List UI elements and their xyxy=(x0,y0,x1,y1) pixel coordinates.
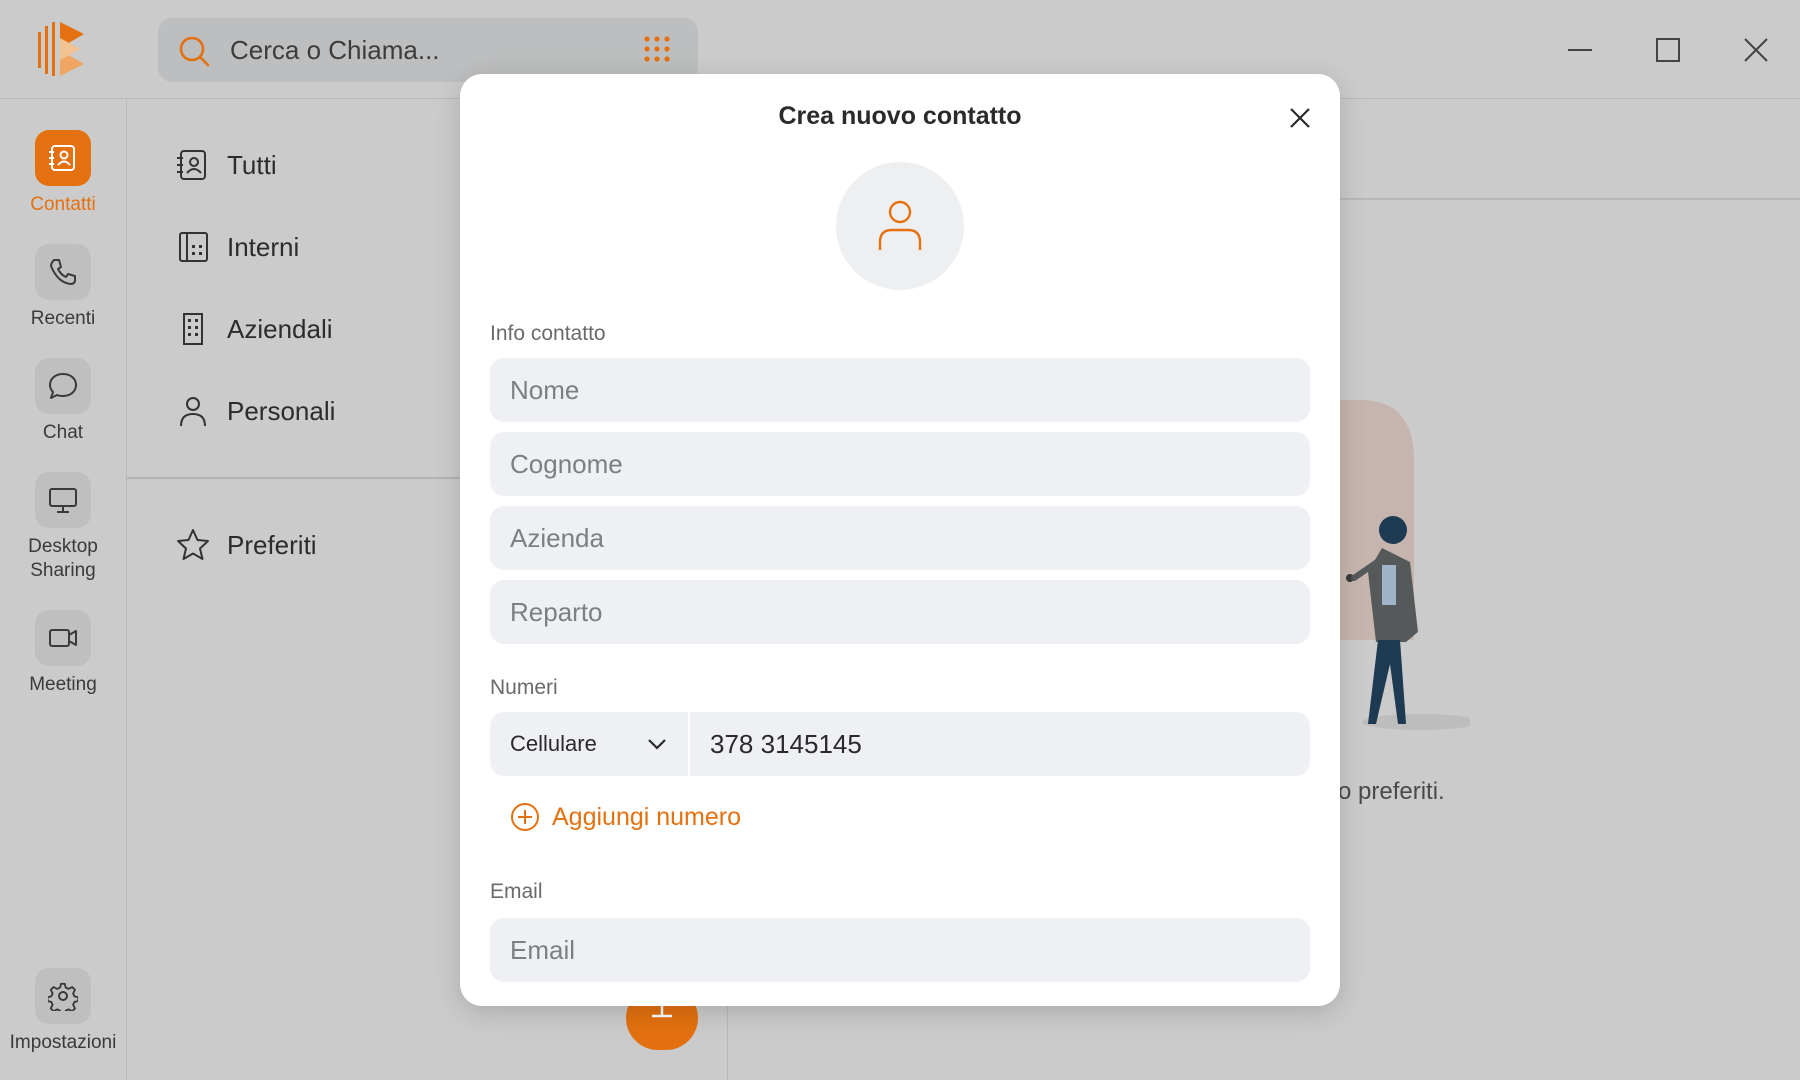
add-number-label: Aggiungi numero xyxy=(552,802,742,831)
content-header-divider xyxy=(1340,198,1800,200)
category-aziendali[interactable]: Aziendali xyxy=(175,309,333,349)
close-window-icon[interactable] xyxy=(1736,30,1776,70)
plus-circle-icon xyxy=(511,803,539,831)
category-preferiti[interactable]: Preferiti xyxy=(175,525,317,565)
empty-state-illustration xyxy=(1320,400,1470,730)
search-input[interactable]: Cerca o Chiama... xyxy=(230,35,440,66)
dialog-title: Crea nuovo contatto xyxy=(778,102,1022,130)
monitor-icon xyxy=(49,488,77,513)
building-icon xyxy=(183,313,203,345)
category-label: Interni xyxy=(227,231,300,262)
department-field[interactable] xyxy=(490,580,1310,644)
category-label: Preferiti xyxy=(227,529,317,560)
rail-label: Contatti xyxy=(30,194,96,215)
rail-item-chat[interactable]: Chat xyxy=(0,358,126,445)
rail-label: Desktop Sharing xyxy=(28,536,98,581)
rail-label: Meeting xyxy=(29,674,97,695)
numbers-section-label: Numeri xyxy=(490,676,558,699)
category-interni[interactable]: Interni xyxy=(175,227,299,267)
phone-number-field[interactable] xyxy=(690,712,1310,776)
phone-icon xyxy=(50,259,76,285)
last-name-field[interactable] xyxy=(490,432,1310,496)
create-contact-dialog: Crea nuovo contatto Info contatto Numeri… xyxy=(460,74,1340,1006)
extension-grid-icon xyxy=(179,232,208,262)
category-personali[interactable]: Personali xyxy=(175,391,335,431)
add-number-button[interactable]: Aggiungi numero xyxy=(510,802,741,832)
video-camera-icon xyxy=(49,629,77,647)
rail-item-impostazioni[interactable]: Impostazioni xyxy=(0,968,126,1055)
gear-icon xyxy=(48,982,78,1011)
search-bar[interactable]: Cerca o Chiama... xyxy=(158,18,698,82)
contacts-book-icon xyxy=(49,145,75,171)
rail-item-recenti[interactable]: Recenti xyxy=(0,244,126,331)
category-label: Aziendali xyxy=(227,313,333,344)
rail-item-contatti[interactable]: Contatti xyxy=(0,130,126,217)
rail-label: Chat xyxy=(42,422,84,443)
empty-state-text: o preferiti. xyxy=(1338,778,1445,805)
rail-label: Recenti xyxy=(30,308,96,329)
category-label: Tutti xyxy=(227,149,277,180)
chat-bubble-icon xyxy=(49,373,77,399)
chevron-down-icon xyxy=(648,739,666,750)
minimize-icon[interactable] xyxy=(1560,30,1600,70)
app-logo xyxy=(36,20,94,78)
rail-item-meeting[interactable]: Meeting xyxy=(0,610,126,697)
rail-item-desktop-sharing[interactable]: Desktop Sharing xyxy=(0,472,126,583)
category-label: Personali xyxy=(227,395,336,426)
rail-label: Impostazioni xyxy=(9,1032,117,1053)
info-section-label: Info contatto xyxy=(490,322,606,345)
contact-avatar[interactable] xyxy=(836,162,964,290)
person-icon xyxy=(878,200,922,250)
category-tutti[interactable]: Tutti xyxy=(175,145,277,185)
email-field[interactable] xyxy=(490,918,1310,982)
navigation-rail: Contatti Recenti Chat Desktop Sharing Me… xyxy=(0,99,127,1080)
contacts-book-icon xyxy=(177,150,206,180)
person-icon xyxy=(180,397,206,427)
phone-type-select[interactable]: Cellulare xyxy=(490,712,690,776)
maximize-icon[interactable] xyxy=(1648,30,1688,70)
close-icon[interactable] xyxy=(1286,104,1314,132)
star-icon xyxy=(177,529,209,560)
email-section-label: Email xyxy=(490,880,543,903)
dialpad-icon[interactable] xyxy=(642,34,672,64)
first-name-field[interactable] xyxy=(490,358,1310,422)
phone-number-row: Cellulare xyxy=(490,712,1310,776)
company-field[interactable] xyxy=(490,506,1310,570)
search-icon xyxy=(179,36,210,67)
phone-type-value: Cellulare xyxy=(510,731,597,756)
